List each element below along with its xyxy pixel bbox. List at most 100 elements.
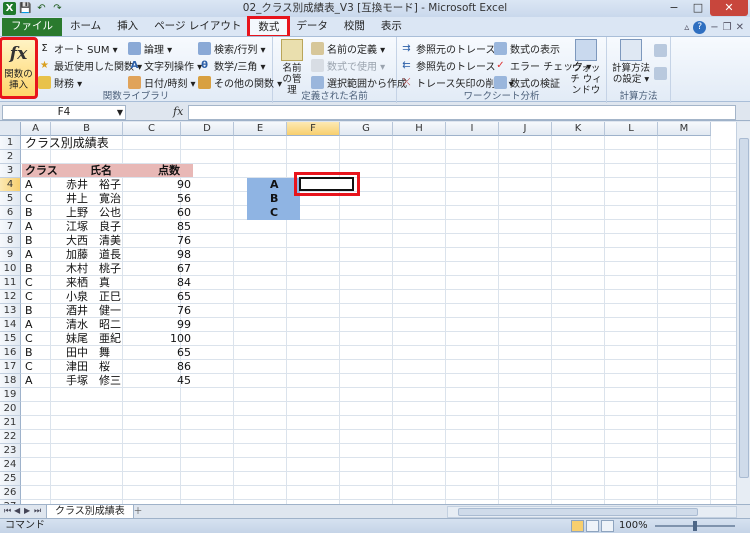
- lookup-button[interactable]: 検索/行列 ▾: [198, 40, 266, 56]
- row-header-26[interactable]: 26: [0, 486, 21, 500]
- cell-name[interactable]: 上野 公也: [66, 206, 121, 220]
- row-header-10[interactable]: 10: [0, 262, 21, 276]
- cell-score[interactable]: 98: [124, 248, 191, 262]
- cell-class[interactable]: C: [25, 276, 33, 290]
- zoom-level[interactable]: 100%: [619, 519, 648, 533]
- minimize-button[interactable]: −: [662, 0, 686, 16]
- cell-name[interactable]: 田中 舞: [66, 346, 110, 360]
- cell-score[interactable]: 99: [124, 318, 191, 332]
- calculate-sheet-button[interactable]: [654, 65, 667, 81]
- column-header-k[interactable]: K: [552, 122, 605, 136]
- column-header-l[interactable]: L: [605, 122, 658, 136]
- column-header-f[interactable]: F: [287, 122, 340, 136]
- maximize-button[interactable]: □: [686, 0, 710, 16]
- ribbon-collapse-icon[interactable]: ▵: [684, 22, 689, 33]
- cell-class[interactable]: B: [25, 346, 33, 360]
- row-header-14[interactable]: 14: [0, 318, 21, 332]
- cell-score[interactable]: 65: [124, 290, 191, 304]
- next-sheet-icon[interactable]: ▶: [24, 506, 30, 515]
- sheet-tab-active[interactable]: クラス別成績表: [46, 505, 134, 519]
- cell-class[interactable]: C: [25, 192, 33, 206]
- row-header-12[interactable]: 12: [0, 290, 21, 304]
- row-header-5[interactable]: 5: [0, 192, 21, 206]
- cell-score[interactable]: 65: [124, 346, 191, 360]
- insert-function-fx-icon[interactable]: fx: [173, 105, 183, 118]
- text-functions-button[interactable]: A 文字列操作 ▾: [128, 57, 203, 73]
- cell-score[interactable]: 76: [124, 304, 191, 318]
- cell-score[interactable]: 76: [124, 234, 191, 248]
- close-button[interactable]: ✕: [710, 0, 748, 16]
- row-header-4[interactable]: 4: [0, 178, 21, 192]
- cell-score[interactable]: 100: [124, 332, 191, 346]
- row-header-9[interactable]: 9: [0, 248, 21, 262]
- page-layout-view-button[interactable]: [586, 520, 599, 532]
- cell-name[interactable]: 手塚 修三: [66, 374, 121, 388]
- cell-score[interactable]: 86: [124, 360, 191, 374]
- cell-class[interactable]: B: [25, 234, 33, 248]
- column-header-j[interactable]: J: [499, 122, 552, 136]
- row-header-16[interactable]: 16: [0, 346, 21, 360]
- row-header-18[interactable]: 18: [0, 374, 21, 388]
- row-header-6[interactable]: 6: [0, 206, 21, 220]
- recent-functions-button[interactable]: ★ 最近使用した関数 ▾: [38, 57, 142, 73]
- row-header-1[interactable]: 1: [0, 136, 21, 150]
- cell-class[interactable]: A: [25, 374, 33, 388]
- tab-home[interactable]: ホーム: [62, 18, 109, 36]
- column-header-h[interactable]: H: [393, 122, 446, 136]
- name-box-dropdown-icon[interactable]: ▼: [117, 106, 123, 119]
- row-header-22[interactable]: 22: [0, 430, 21, 444]
- column-header-b[interactable]: B: [51, 122, 123, 136]
- tab-file[interactable]: ファイル: [2, 18, 62, 36]
- undo-icon[interactable]: ↶: [35, 2, 48, 15]
- tab-page-layout[interactable]: ページ レイアウト: [146, 18, 249, 36]
- first-sheet-icon[interactable]: ⏮: [4, 506, 11, 516]
- column-header-a[interactable]: A: [21, 122, 51, 136]
- formula-input[interactable]: [188, 105, 736, 120]
- row-header-8[interactable]: 8: [0, 234, 21, 248]
- row-header-17[interactable]: 17: [0, 360, 21, 374]
- cell-score[interactable]: 45: [124, 374, 191, 388]
- cell-name[interactable]: 大西 清美: [66, 234, 121, 248]
- column-header-g[interactable]: G: [340, 122, 393, 136]
- row-header-7[interactable]: 7: [0, 220, 21, 234]
- cell-name[interactable]: 津田 桜: [66, 360, 110, 374]
- cell-score[interactable]: 85: [124, 220, 191, 234]
- row-header-15[interactable]: 15: [0, 332, 21, 346]
- define-name-button[interactable]: 名前の定義 ▾: [311, 40, 385, 56]
- vertical-scroll-thumb[interactable]: [739, 138, 749, 478]
- zoom-slider-knob[interactable]: [693, 521, 697, 531]
- column-header-m[interactable]: M: [658, 122, 711, 136]
- autosum-button[interactable]: Σ オート SUM ▾: [38, 40, 117, 56]
- cell-name[interactable]: 井上 寛治: [66, 192, 121, 206]
- cell-name[interactable]: 加藤 道長: [66, 248, 121, 262]
- cell-score[interactable]: 56: [124, 192, 191, 206]
- tab-review[interactable]: 校閲: [336, 18, 373, 36]
- tab-view[interactable]: 表示: [373, 18, 410, 36]
- normal-view-button[interactable]: [571, 520, 584, 532]
- last-sheet-icon[interactable]: ⏭: [34, 506, 41, 516]
- cell-name[interactable]: 小泉 正巳: [66, 290, 121, 304]
- cell-score[interactable]: 90: [124, 178, 191, 192]
- cell-class[interactable]: B: [25, 206, 33, 220]
- select-all-corner[interactable]: [0, 122, 21, 136]
- show-formulas-button[interactable]: 数式の表示: [494, 40, 560, 56]
- cell-class[interactable]: A: [25, 220, 33, 234]
- column-header-e[interactable]: E: [234, 122, 287, 136]
- horizontal-scroll-thumb[interactable]: [458, 508, 698, 516]
- row-header-23[interactable]: 23: [0, 444, 21, 458]
- cell-score[interactable]: 60: [124, 206, 191, 220]
- cell-class[interactable]: B: [25, 304, 33, 318]
- row-header-3[interactable]: 3: [0, 164, 21, 178]
- cell-name[interactable]: 酒井 健一: [66, 304, 121, 318]
- row-header-2[interactable]: 2: [0, 150, 21, 164]
- vertical-scrollbar[interactable]: [736, 122, 750, 504]
- prev-sheet-icon[interactable]: ◀: [14, 506, 20, 515]
- column-header-c[interactable]: C: [123, 122, 181, 136]
- cell-score[interactable]: 67: [124, 262, 191, 276]
- new-sheet-icon[interactable]: ＋: [130, 506, 146, 518]
- cell-class[interactable]: C: [25, 360, 33, 374]
- trace-precedents-button[interactable]: ⇉ 参照元のトレース: [400, 40, 495, 56]
- use-in-formula-button[interactable]: 数式で使用 ▾: [311, 57, 385, 73]
- cell-class[interactable]: A: [25, 248, 33, 262]
- tab-insert[interactable]: 挿入: [109, 18, 146, 36]
